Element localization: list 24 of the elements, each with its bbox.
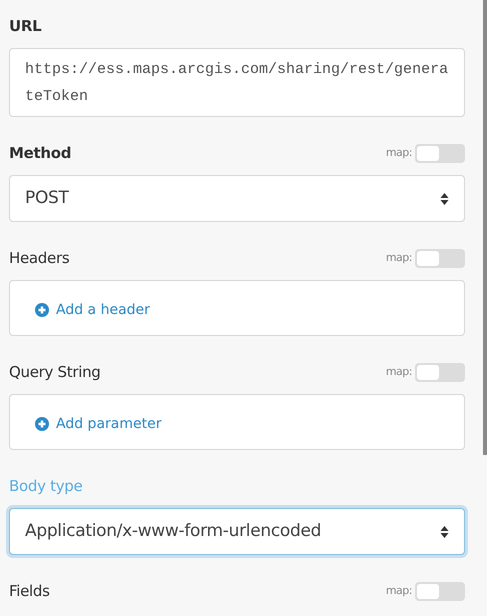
sort-caret-icon (440, 524, 449, 538)
map-label: map: (386, 144, 412, 161)
map-label: map: (386, 364, 412, 380)
map-toggle[interactable] (415, 582, 465, 600)
map-toggle[interactable] (415, 362, 465, 382)
scrollbar[interactable] (483, 0, 487, 455)
field-label: Body type (9, 476, 82, 497)
field-label: URL (9, 16, 42, 37)
select-field[interactable]: POST (9, 175, 465, 222)
field-label: Headers (9, 248, 70, 269)
add-link[interactable]: Add a header (35, 296, 150, 320)
map-toggle[interactable] (415, 144, 465, 162)
field-label: Query String (9, 362, 101, 383)
add-link[interactable]: Add parameter (35, 410, 162, 434)
sort-caret-icon (440, 192, 449, 206)
map-label: map: (386, 582, 412, 599)
field-label: Method (9, 142, 72, 164)
map-toggle[interactable] (415, 248, 465, 268)
url-field[interactable]: https://ess.maps.arcgis.com/sharing/rest/generateToken (9, 48, 465, 117)
select-field[interactable]: Application/x-www-form-urlencoded (9, 508, 465, 555)
map-label: map: (386, 250, 412, 266)
plus-circle-icon (35, 417, 49, 431)
plus-circle-icon (35, 303, 49, 317)
field-label: Fields (9, 580, 50, 602)
